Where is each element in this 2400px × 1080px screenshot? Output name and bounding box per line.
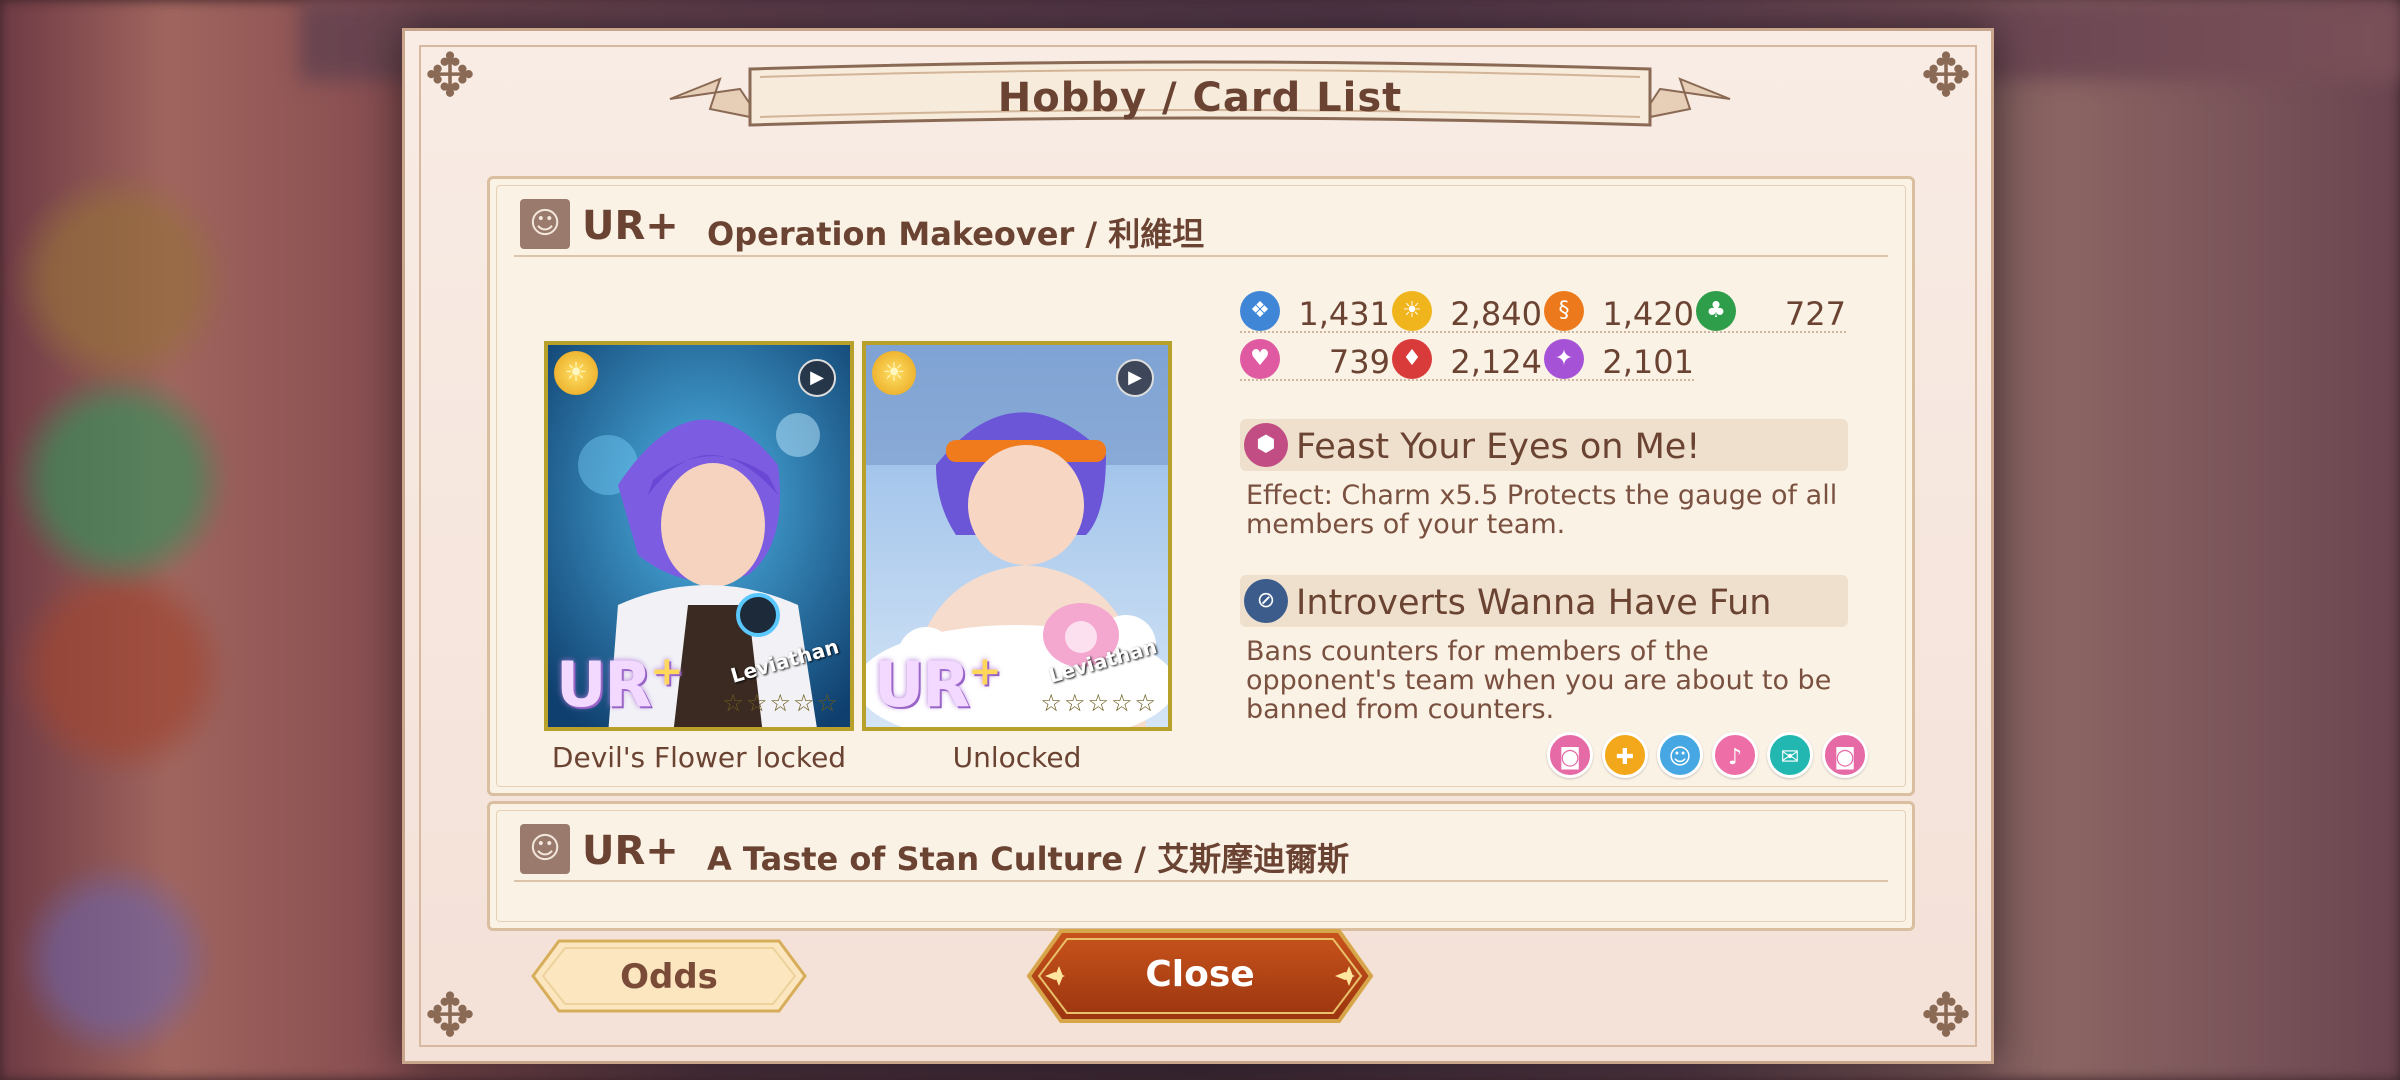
ban-skill-icon: ⊘	[1244, 579, 1288, 623]
card-entry[interactable]: ☺ UR+ A Taste of Stan Culture / 艾斯摩迪爾斯	[487, 801, 1915, 931]
face-icon: ☺	[1657, 732, 1703, 778]
devil-character-icon: ☺	[520, 199, 570, 249]
corner-ornament: ✥	[424, 981, 476, 1051]
odds-button[interactable]: Odds	[529, 937, 809, 1015]
rarity-label: UR+	[582, 203, 679, 249]
title-banner: Hobby / Card List	[660, 49, 1740, 141]
card-header: ☺ UR+ Operation Makeover / 利維坦	[514, 195, 1888, 257]
skill-name: Introverts Wanna Have Fun	[1296, 583, 1772, 623]
hobby-card-list-dialog: ✥ ✥ ✥ ✥ Hobby / Card List ☺ UR+ Operatio…	[402, 28, 1994, 1064]
skill-name: Feast Your Eyes on Me!	[1296, 427, 1701, 467]
skill-title-bar: ⬢ Feast Your Eyes on Me!	[1240, 419, 1848, 471]
corner-ornament: ✥	[1920, 981, 1972, 1051]
rarity-logo-text: UR	[874, 648, 970, 721]
attribute-badge-icon: ☀	[872, 351, 916, 395]
stat-purple: ✦ 2,101	[1544, 337, 1694, 381]
rarity-logo-text: UR	[556, 648, 652, 721]
devil-character-icon: ☺	[520, 824, 570, 874]
red-attribute-icon: ♦	[1392, 339, 1432, 379]
corner-ornament: ✥	[424, 41, 476, 111]
stat-blue: ❖ 1,431	[1240, 289, 1390, 333]
card-name: Operation Makeover / 利維坦	[707, 215, 1205, 253]
rarity-logo-plus: +	[968, 648, 1001, 695]
close-button[interactable]: Close	[1025, 927, 1375, 1025]
stat-value: 739	[1328, 343, 1390, 381]
stat-value: 1,431	[1298, 295, 1390, 333]
card-art-unlocked[interactable]: ☀ ▶ Leviathan UR+ ☆☆☆☆☆	[862, 341, 1172, 731]
play-icon[interactable]: ▶	[1116, 359, 1154, 397]
blue-attribute-icon: ❖	[1240, 291, 1280, 331]
dialog-title: Hobby / Card List	[997, 75, 1403, 121]
ur-plus-logo: UR+	[874, 648, 1002, 721]
stat-orange: § 1,420	[1544, 289, 1694, 333]
camera-icon: ◙	[1547, 732, 1593, 778]
pink-attribute-icon: ♥	[1240, 339, 1280, 379]
close-button-label: Close	[1145, 954, 1255, 995]
attribute-badge-icon: ☀	[554, 351, 598, 395]
gift-icon: ✚	[1602, 732, 1648, 778]
stat-value: 2,840	[1450, 295, 1542, 333]
skill-title-bar: ⊘ Introverts Wanna Have Fun	[1240, 575, 1848, 627]
stat-value: 727	[1784, 295, 1846, 333]
card-caption: Devil's Flower locked	[551, 741, 847, 774]
green-attribute-icon: ♣	[1696, 291, 1736, 331]
rarity-logo-plus: +	[650, 648, 683, 695]
stat-green: ♣ 727	[1696, 289, 1846, 333]
chat-icon: ✉	[1767, 732, 1813, 778]
odds-button-label: Odds	[620, 957, 718, 997]
yellow-attribute-icon: ☀	[1392, 291, 1432, 331]
microphone-icon: ♪	[1712, 732, 1758, 778]
purple-attribute-icon: ✦	[1544, 339, 1584, 379]
skill-description: Effect: Charm x5.5 Protects the gauge of…	[1246, 480, 1838, 540]
stat-red: ♦ 2,124	[1392, 337, 1542, 381]
card-art-locked[interactable]: ☀ ▶ Leviathan UR+ ☆☆☆☆☆	[544, 341, 854, 731]
stat-value: 1,420	[1602, 295, 1694, 333]
orange-attribute-icon: §	[1544, 291, 1584, 331]
stat-value: 2,124	[1450, 343, 1542, 381]
card-name: A Taste of Stan Culture / 艾斯摩迪爾斯	[707, 840, 1350, 878]
stat-pink: ♥ 739	[1240, 337, 1390, 381]
card-entry: ☺ UR+ Operation Makeover / 利維坦 ☀ ▶ Levia…	[487, 176, 1915, 796]
stat-value: 2,101	[1602, 343, 1694, 381]
play-icon[interactable]: ▶	[798, 359, 836, 397]
corner-ornament: ✥	[1920, 41, 1972, 111]
skill-description: Bans counters for members of the opponen…	[1246, 636, 1832, 725]
hobby-icons: ◙ ✚ ☺ ♪ ✉ ◙	[1538, 732, 1868, 780]
star-rating: ☆☆☆☆☆	[722, 689, 840, 717]
star-rating: ☆☆☆☆☆	[1040, 689, 1158, 717]
ur-plus-logo: UR+	[556, 648, 684, 721]
rarity-label: UR+	[582, 828, 679, 874]
card-caption: Unlocked	[952, 741, 1082, 774]
hexagon-skill-icon: ⬢	[1244, 423, 1288, 467]
card-header: ☺ UR+ A Taste of Stan Culture / 艾斯摩迪爾斯	[514, 820, 1888, 882]
stat-yellow: ☀ 2,840	[1392, 289, 1542, 333]
camera-icon: ◙	[1822, 732, 1868, 778]
